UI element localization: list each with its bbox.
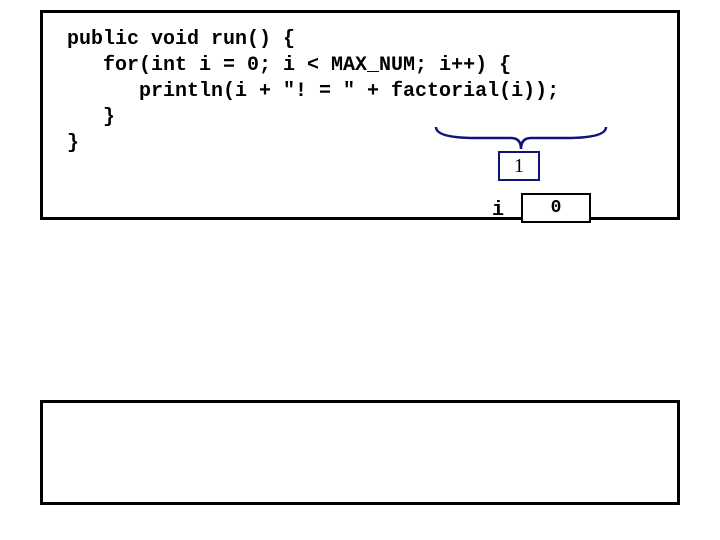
callout-value-box: 1 <box>498 151 540 181</box>
variable-name: i <box>492 199 504 222</box>
code-line-2: for(int i = 0; i < MAX_NUM; i++) { <box>67 53 653 79</box>
variable-value: 0 <box>551 198 562 218</box>
variable-value-box: 0 <box>521 193 591 223</box>
code-line-3: println(i + "! = " + factorial(i)); <box>67 79 653 105</box>
code-line-1: public void run() { <box>67 27 653 53</box>
output-panel <box>40 400 680 505</box>
callout-value: 1 <box>514 155 524 178</box>
code-panel: public void run() { for(int i = 0; i < M… <box>40 10 680 220</box>
